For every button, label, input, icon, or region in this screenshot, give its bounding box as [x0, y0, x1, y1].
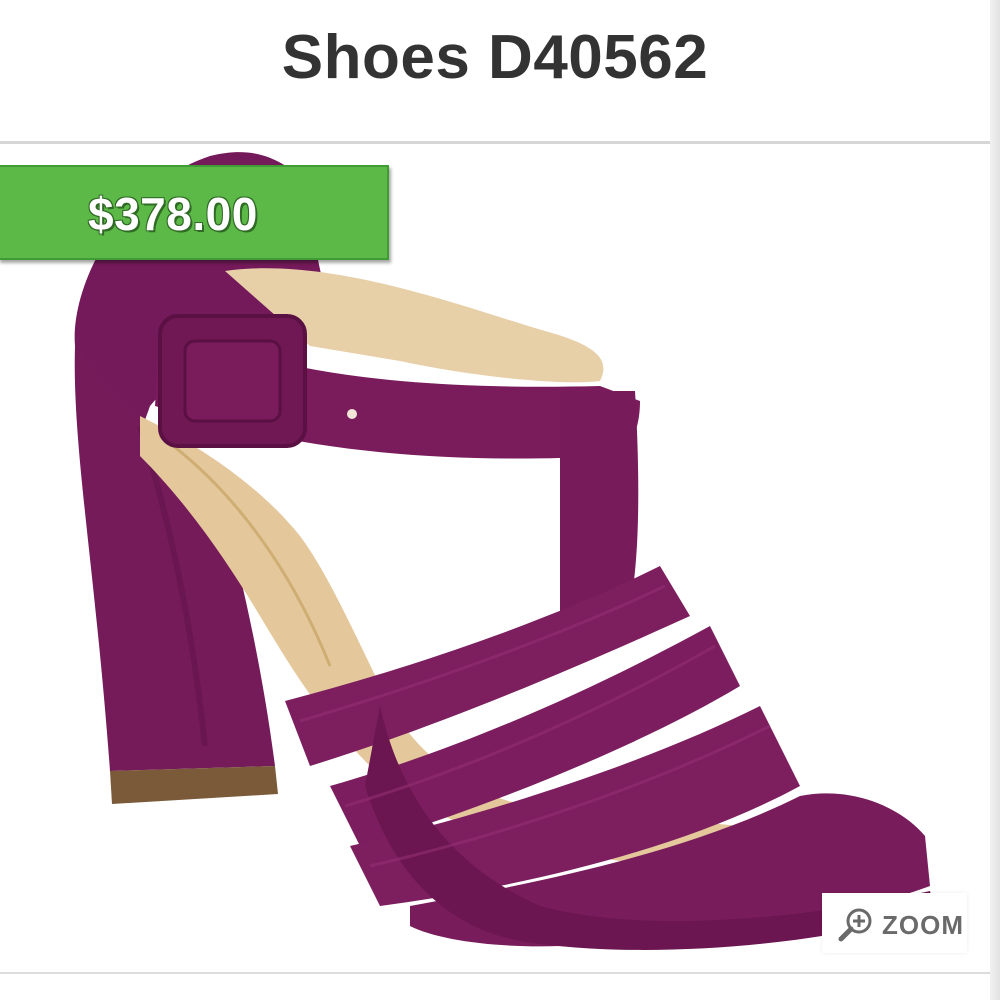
- product-title: Shoes D40562: [281, 23, 709, 92]
- zoom-label: ZOOM: [882, 910, 964, 940]
- header-divider: [0, 141, 990, 144]
- price-badge: $378.00: [0, 165, 389, 260]
- footer-divider: [0, 972, 990, 974]
- price-label: $378.00: [88, 188, 258, 240]
- product-image[interactable]: [0, 146, 990, 970]
- zoom-in-icon: [838, 908, 872, 942]
- page-edge: [990, 0, 1000, 1000]
- zoom-button[interactable]: ZOOM: [822, 893, 967, 953]
- product-page: Shoes D40562 $378.00 ZOOM: [0, 0, 1000, 1000]
